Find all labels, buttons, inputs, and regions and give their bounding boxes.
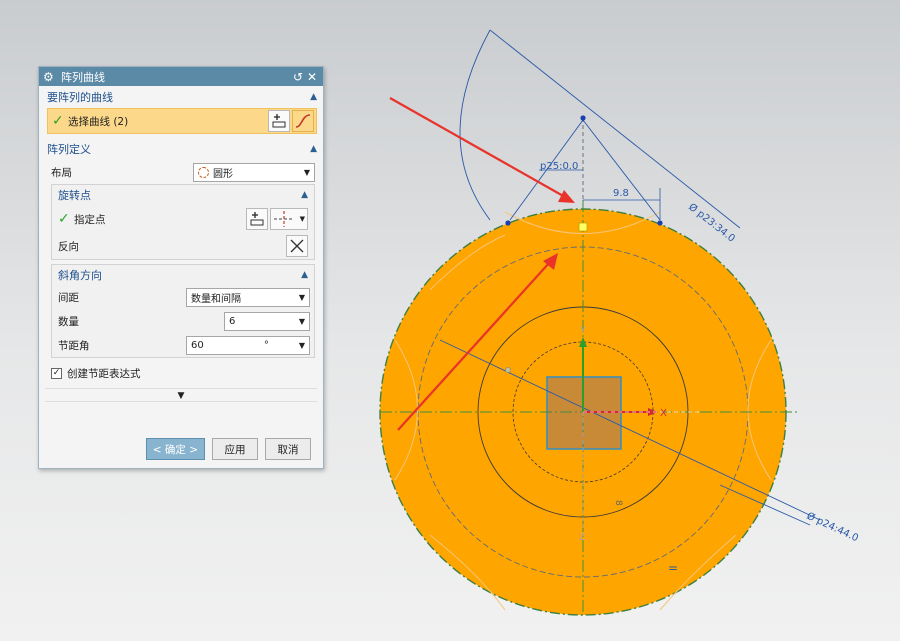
reset-icon[interactable]: ↺ (291, 70, 305, 84)
pattern-curve-dialog: ⚙ 阵列曲线 ↺ ✕ 要阵列的曲线 ▲ ✓ 选择曲线 (2) 阵列定义 ▲ 布局 (38, 66, 324, 469)
chevron-down-icon: ▼ (299, 215, 305, 223)
ok-button[interactable]: < 确定 > (145, 438, 205, 460)
dialog-titlebar[interactable]: ⚙ 阵列曲线 ↺ ✕ (39, 67, 323, 86)
pitch-angle-label: 节距角 (58, 339, 90, 352)
dim-8-label[interactable]: 8 (613, 500, 623, 506)
reverse-label: 反向 (58, 240, 79, 253)
pitch-angle-input[interactable]: 60 ° ▼ (186, 335, 310, 355)
chevron-down-icon: ▼ (298, 292, 305, 302)
circular-layout-icon (198, 166, 209, 178)
dialog-buttons: < 确定 > 应用 取消 (145, 438, 311, 460)
specify-point-row: ✓ 指定点 ▼ (52, 205, 314, 233)
section-definition-header[interactable]: 阵列定义 ▲ (39, 138, 323, 160)
chevron-down-icon: ▼ (298, 340, 305, 350)
layout-row: 布局 圆形 ▼ (39, 160, 323, 184)
pitch-angle-row: 节距角 60 ° ▼ (52, 333, 314, 357)
collapse-caret-icon[interactable]: ▲ (310, 92, 317, 102)
layout-select[interactable]: 圆形 ▼ (193, 162, 315, 182)
reverse-direction-button[interactable] (286, 235, 308, 257)
create-expression-checkbox[interactable]: ✓ (51, 367, 62, 379)
select-curve-row[interactable]: ✓ 选择曲线 (2) (47, 108, 317, 134)
dim-leader-1 (582, 119, 661, 221)
curve-rule-icon (272, 114, 286, 128)
reverse-direction-icon (290, 239, 304, 253)
close-icon[interactable]: ✕ (305, 70, 319, 84)
spacing-row: 间距 数量和间隔 ▼ (52, 285, 314, 309)
pitch-angle-unit: ° (263, 339, 269, 351)
spacing-select[interactable]: 数量和间隔 ▼ (186, 287, 310, 307)
check-icon: ✓ (58, 211, 70, 227)
collapse-caret-icon[interactable]: ▲ (301, 190, 308, 200)
sketch-point-mid[interactable] (505, 367, 511, 373)
dim-p24-label[interactable]: Ø p24:44.0 (805, 510, 861, 544)
section-curves-header[interactable]: 要阵列的曲线 ▲ (39, 86, 323, 108)
angle-direction-title: 斜角方向 (58, 269, 102, 282)
spacing-value: 数量和间隔 (191, 293, 241, 305)
point-dialog-button[interactable] (246, 208, 268, 230)
sketch-point-top[interactable] (580, 115, 586, 121)
angle-dimension-arc (459, 29, 491, 221)
layout-value: 圆形 (213, 168, 233, 180)
equals-constraint: = (668, 561, 678, 575)
annotation-arrow-1 (389, 97, 575, 203)
spacing-label: 间距 (58, 291, 79, 304)
chevron-down-icon: ▼ (303, 167, 310, 177)
dim-p25-label[interactable]: p25:0.0 (540, 161, 578, 172)
curve-rule-button[interactable] (268, 110, 290, 132)
dim-9-8-label[interactable]: 9.8 (613, 188, 629, 199)
count-value: 6 (229, 315, 236, 327)
point-dialog-icon (250, 212, 264, 226)
reverse-row: 反向 (52, 233, 314, 259)
count-input[interactable]: 6 ▼ (224, 311, 310, 331)
selected-point-marker[interactable] (578, 222, 588, 232)
crosshair-icon (274, 211, 294, 227)
pitch-angle-value: 60 (191, 339, 204, 351)
curve-icon (295, 114, 311, 128)
sketch-point-left[interactable] (505, 220, 511, 226)
select-curve-label: 选择曲线 (2) (68, 115, 129, 128)
more-options-toggle[interactable]: ▼ (45, 388, 317, 402)
create-expression-label: 创建节距表达式 (67, 367, 141, 380)
axis-x-label: X (660, 408, 667, 419)
angle-direction-group: 斜角方向 ▲ 间距 数量和间隔 ▼ 数量 6 ▼ 节距角 60 ° ▼ (51, 264, 315, 358)
point-type-dropdown[interactable]: ▼ (270, 208, 308, 230)
rotation-point-group: 旋转点 ▲ ✓ 指定点 ▼ 反向 (51, 184, 315, 260)
section-definition-title: 阵列定义 (47, 143, 91, 156)
rotation-point-title: 旋转点 (58, 189, 91, 202)
create-expression-row[interactable]: ✓ 创建节距表达式 (39, 362, 323, 384)
select-curve-button[interactable] (292, 110, 314, 132)
count-label: 数量 (58, 315, 79, 328)
specify-point-label: 指定点 (74, 213, 106, 226)
layout-label: 布局 (51, 166, 72, 179)
chevron-down-icon: ▼ (298, 316, 305, 326)
axis-y-label: Y (579, 326, 586, 336)
dim-p23-label[interactable]: Ø p23:34.0 (686, 201, 737, 245)
collapse-caret-icon[interactable]: ▲ (310, 144, 317, 154)
apply-button[interactable]: 应用 (212, 438, 258, 460)
section-curves-title: 要阵列的曲线 (47, 91, 113, 104)
rotation-point-header[interactable]: 旋转点 ▲ (52, 185, 314, 205)
gear-icon: ⚙ (43, 69, 54, 84)
dialog-title: 阵列曲线 (61, 70, 105, 84)
check-icon: ✓ (52, 113, 64, 129)
cancel-button[interactable]: 取消 (265, 438, 311, 460)
angle-direction-header[interactable]: 斜角方向 ▲ (52, 265, 314, 285)
axis-z-label: Z (579, 533, 585, 543)
sketch-point-right[interactable] (657, 220, 663, 226)
count-row: 数量 6 ▼ (52, 309, 314, 333)
collapse-caret-icon[interactable]: ▲ (301, 270, 308, 280)
